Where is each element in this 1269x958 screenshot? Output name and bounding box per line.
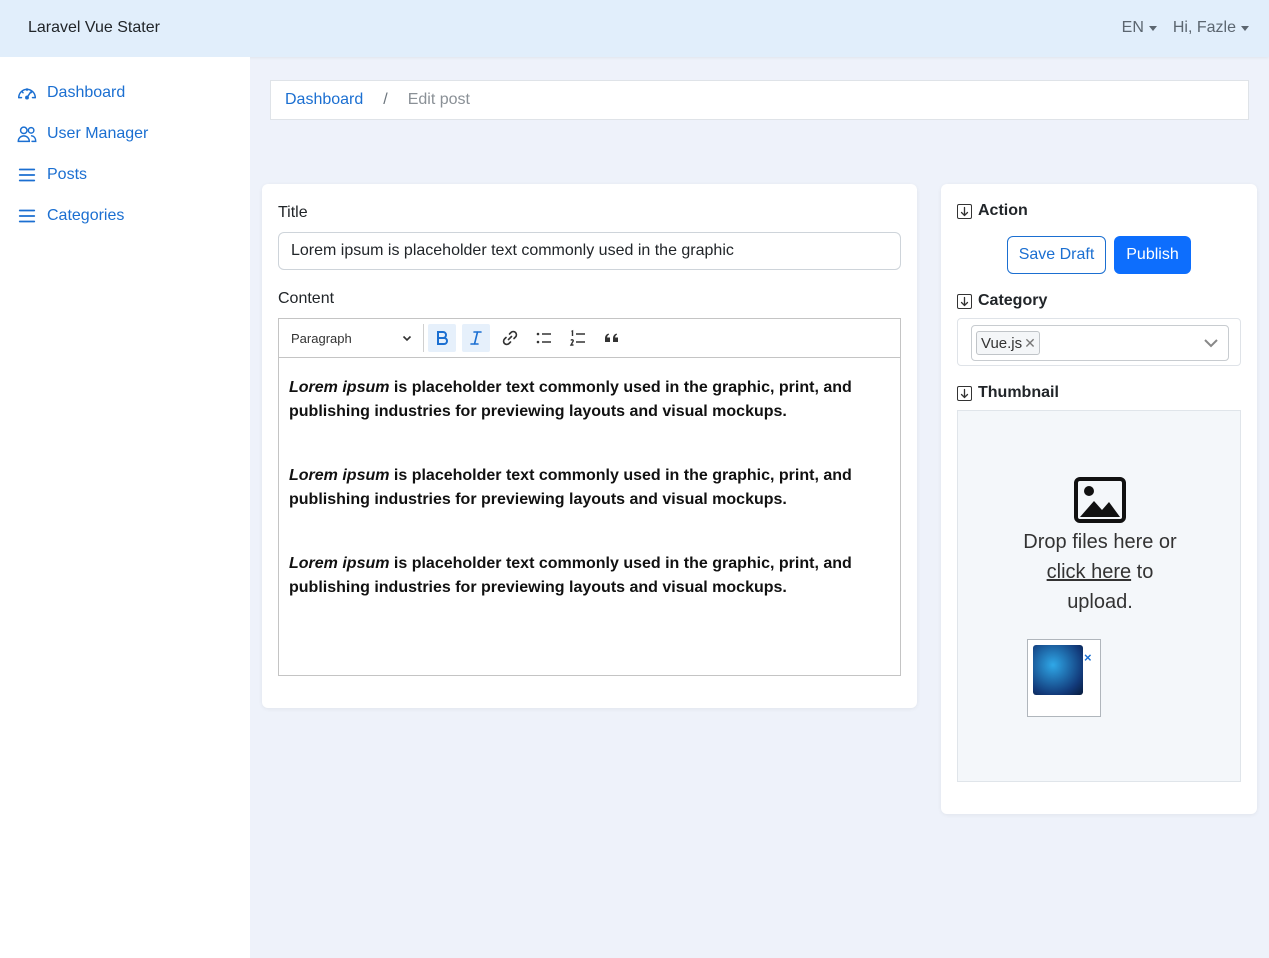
paragraph-format-dropdown[interactable]: Paragraph (283, 322, 421, 354)
top-right-menu: EN Hi, Fazle (1122, 19, 1249, 37)
link-button[interactable] (496, 324, 524, 352)
users-icon (17, 126, 37, 143)
brand-title[interactable]: Laravel Vue Stater (28, 19, 160, 37)
breadcrumb-separator: / (383, 91, 388, 108)
action-section-header[interactable]: Action (957, 202, 1028, 220)
chevron-down-icon (402, 335, 412, 342)
language-dropdown[interactable]: EN (1122, 19, 1157, 37)
dropzone-line: click here to (958, 557, 1242, 587)
sidebar-item-categories[interactable]: Categories (16, 205, 124, 227)
content-paragraph: Lorem ipsum is placeholder text commonly… (289, 464, 890, 512)
save-draft-button[interactable]: Save Draft (1007, 236, 1106, 274)
thumbnail-dropzone[interactable]: Drop files here or click here to upload.… (957, 410, 1241, 782)
content-italic-text: Lorem ipsum (289, 555, 390, 572)
dropzone-to: to (1136, 561, 1154, 583)
bold-icon (437, 331, 448, 345)
speedometer-icon (18, 88, 36, 100)
dropzone-line: Drop files here or (1023, 531, 1177, 553)
quote-icon (605, 333, 618, 342)
sidebar-item-dashboard[interactable]: Dashboard (16, 82, 125, 104)
image-icon (1074, 477, 1126, 523)
category-section-header[interactable]: Category (957, 292, 1047, 310)
bulleted-list-button[interactable] (530, 324, 558, 352)
user-greeting: Hi, Fazle (1172, 19, 1236, 36)
top-navbar: Laravel Vue Stater EN Hi, Fazle (0, 0, 1269, 57)
italic-button[interactable] (462, 324, 490, 352)
caret-down-icon (1148, 25, 1157, 31)
category-multiselect[interactable]: Vue.js ✕ (971, 325, 1229, 361)
content-italic-text: Lorem ipsum (289, 379, 390, 396)
editor-toolbar: Paragraph (279, 319, 900, 358)
thumbnail-section-header[interactable]: Thumbnail (957, 384, 1059, 402)
toolbar-divider (423, 324, 424, 352)
content-paragraph: Lorem ipsum is placeholder text commonly… (289, 376, 890, 424)
breadcrumb: Dashboard / Edit post (270, 80, 1249, 120)
thumbnail-image (1033, 645, 1083, 695)
caret-down-icon (1241, 25, 1249, 31)
paragraph-format-label: Paragraph (291, 330, 352, 346)
sidebar: Dashboard User Manager Posts Categories (0, 57, 250, 958)
category-tag: Vue.js ✕ (976, 331, 1040, 355)
publish-button[interactable]: Publish (1114, 236, 1191, 274)
thumbnail-heading: Thumbnail (978, 384, 1059, 401)
collapse-arrow-icon (957, 385, 972, 401)
remove-tag-icon[interactable]: ✕ (1024, 335, 1036, 352)
content-paragraph: Lorem ipsum is placeholder text commonly… (289, 552, 890, 600)
post-form-card: Title Lorem ipsum is placeholder text co… (262, 184, 917, 708)
content-label: Content (278, 290, 335, 307)
dropzone-text: Drop files here or click here to upload. (958, 527, 1242, 617)
sidebar-item-label: Posts (47, 166, 88, 183)
sidebar-item-label: User Manager (47, 125, 149, 142)
sidebar-item-label: Categories (47, 207, 125, 224)
numbered-list-icon (569, 329, 585, 346)
language-label: EN (1121, 19, 1144, 36)
blockquote-button[interactable] (598, 324, 626, 352)
sidebar-item-posts[interactable]: Posts (16, 164, 87, 186)
category-tag-label: Vue.js (981, 334, 1023, 352)
bold-button[interactable] (428, 324, 456, 352)
link-icon (502, 330, 518, 346)
collapse-arrow-icon (957, 203, 972, 219)
category-select-wrapper: Vue.js ✕ (957, 318, 1241, 366)
italic-icon (470, 331, 482, 345)
chevron-down-icon[interactable] (1202, 334, 1220, 352)
sidebar-item-user-manager[interactable]: User Manager (16, 123, 148, 145)
thumbnail-preview: × (1027, 639, 1101, 717)
user-dropdown[interactable]: Hi, Fazle (1173, 19, 1249, 37)
sidebar-item-label: Dashboard (47, 84, 126, 101)
editor-content[interactable]: Lorem ipsum is placeholder text commonly… (279, 358, 900, 600)
post-sidebar-card: Action Save Draft Publish Category Vue.j… (941, 184, 1257, 814)
remove-thumbnail-icon[interactable]: × (1084, 650, 1092, 665)
list-icon (18, 209, 36, 223)
content-italic-text: Lorem ipsum (289, 467, 390, 484)
category-heading: Category (978, 292, 1048, 309)
action-heading: Action (978, 202, 1028, 219)
breadcrumb-dashboard-link[interactable]: Dashboard (285, 91, 363, 109)
list-icon (18, 168, 36, 182)
numbered-list-button[interactable] (564, 324, 592, 352)
rich-text-editor: Paragraph Lorem ipsum is placeholder tex… (278, 318, 901, 676)
title-input[interactable]: Lorem ipsum is placeholder text commonly… (278, 232, 901, 270)
bulleted-list-icon (536, 332, 551, 344)
upload-link[interactable]: click here (1047, 561, 1131, 583)
title-label: Title (278, 204, 308, 221)
collapse-arrow-icon (957, 293, 972, 309)
breadcrumb-current: Edit post (407, 91, 470, 108)
dropzone-line: upload. (1067, 591, 1133, 613)
